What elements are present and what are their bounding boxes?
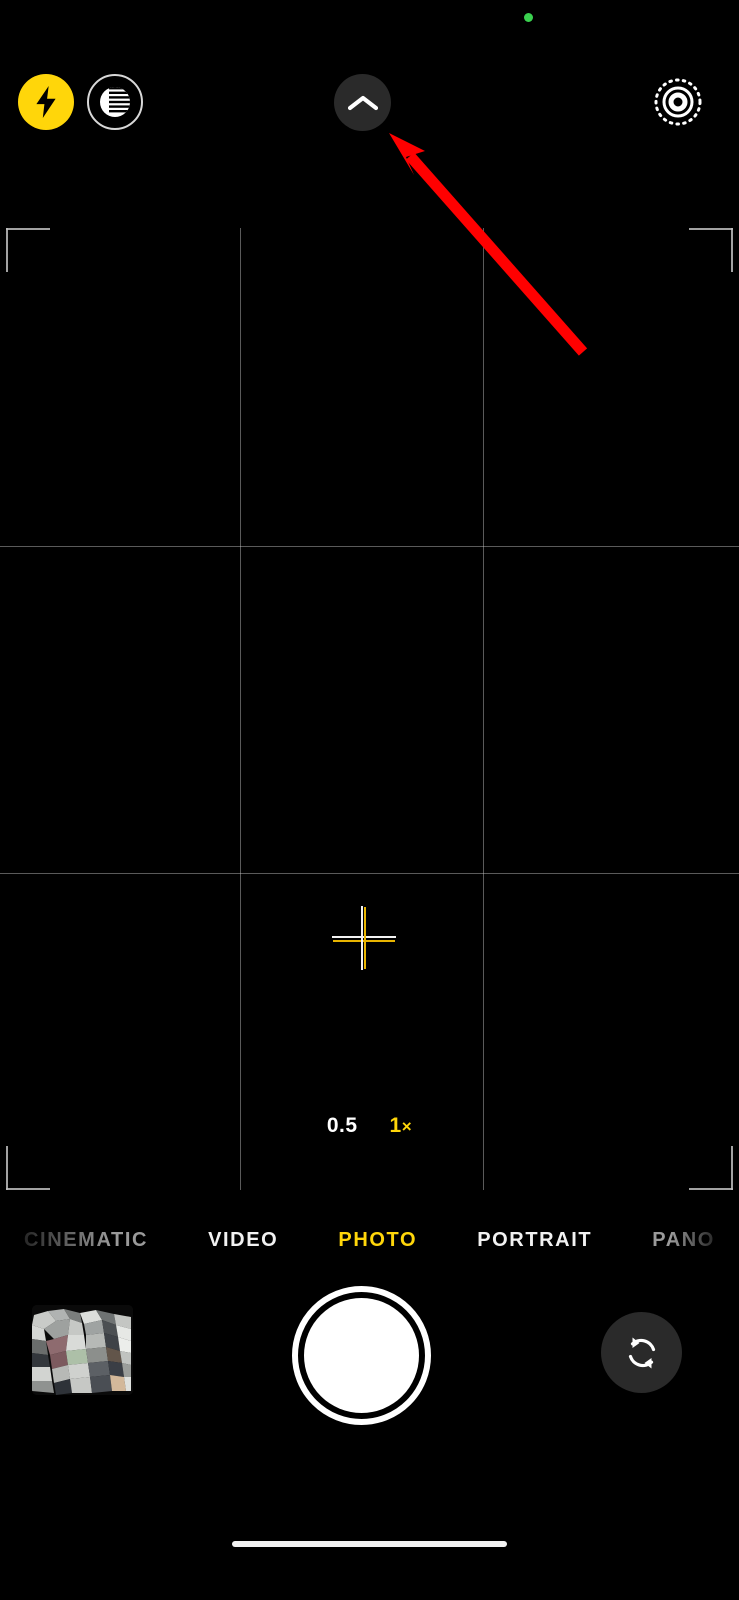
grid-line-vertical-1 xyxy=(240,228,241,1190)
flash-bolt-icon xyxy=(36,86,56,118)
grid-line-horizontal-1 xyxy=(0,546,739,547)
flash-toggle-button[interactable] xyxy=(18,74,74,130)
zoom-selector: 0.5 1× xyxy=(0,1114,739,1138)
camera-viewfinder[interactable] xyxy=(0,228,739,1190)
mode-portrait[interactable]: PORTRAIT xyxy=(477,1229,592,1252)
zoom-option-1x[interactable]: 1× xyxy=(390,1114,413,1138)
zoom-option-1x-suffix: × xyxy=(401,1117,413,1136)
camera-flip-icon xyxy=(628,1337,655,1368)
camera-privacy-indicator-dot xyxy=(524,13,533,22)
mode-pano[interactable]: PANO xyxy=(652,1229,715,1252)
crosshair-vertical-yellow xyxy=(364,907,366,969)
camera-app-screen: 0.5 1× CINEMATIC VIDEO PHOTO PORTRAIT PA… xyxy=(0,0,739,1600)
photographic-styles-button[interactable] xyxy=(87,74,143,130)
mode-cinematic[interactable]: CINEMATIC xyxy=(24,1229,148,1252)
camera-top-controls-bar xyxy=(0,62,739,138)
frame-corner-top-right xyxy=(689,228,733,272)
zoom-option-1x-value: 1 xyxy=(389,1114,402,1137)
grid-line-vertical-2 xyxy=(483,228,484,1190)
mode-photo[interactable]: PHOTO xyxy=(338,1229,417,1252)
level-crosshair-icon xyxy=(332,906,396,970)
mode-video[interactable]: VIDEO xyxy=(208,1229,278,1252)
frame-corner-bottom-right xyxy=(689,1146,733,1190)
camera-flip-button[interactable] xyxy=(601,1312,682,1393)
shutter-button-inner xyxy=(304,1298,419,1413)
zoom-option-0.5[interactable]: 0.5 xyxy=(327,1114,358,1138)
camera-mode-selector: CINEMATIC VIDEO PHOTO PORTRAIT PANO xyxy=(0,1220,739,1260)
shutter-button[interactable] xyxy=(292,1286,431,1425)
photographic-styles-icon xyxy=(100,87,130,117)
more-controls-chevron-button[interactable] xyxy=(334,74,391,131)
crosshair-vertical-white xyxy=(361,906,363,970)
grid-line-horizontal-2 xyxy=(0,873,739,874)
chevron-up-icon xyxy=(347,95,378,110)
live-photo-icon xyxy=(654,78,702,126)
home-indicator-bar xyxy=(232,1541,507,1547)
frame-corner-top-left xyxy=(6,228,50,272)
frame-corner-bottom-left xyxy=(6,1146,50,1190)
live-photo-toggle-button[interactable] xyxy=(650,74,706,130)
photo-library-thumbnail[interactable] xyxy=(32,1305,133,1395)
photo-library-thumbnail-image xyxy=(32,1305,133,1395)
camera-bottom-controls-bar xyxy=(0,1285,739,1425)
